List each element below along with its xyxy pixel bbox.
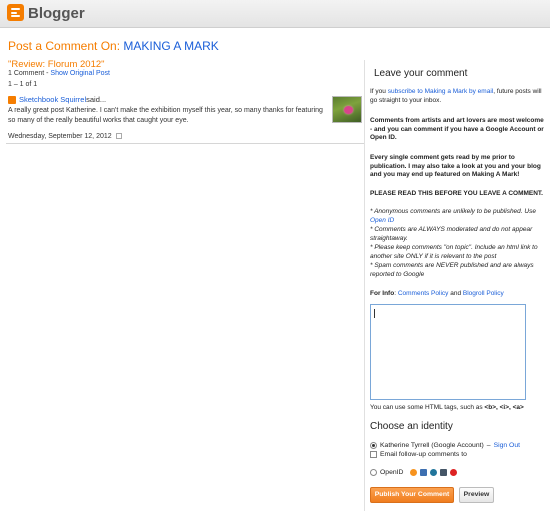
comments-policy-link[interactable]: Comments Policy (398, 290, 449, 297)
flower-image (344, 106, 353, 114)
comment-body: A really great post Katherine. I can't m… (8, 107, 323, 124)
email-followup-row: Email follow-up comments to (370, 451, 467, 458)
openid-icon[interactable] (410, 469, 418, 476)
divider (6, 143, 364, 144)
typepad-icon[interactable] (440, 469, 448, 476)
openid-label: OpenID (380, 469, 404, 476)
openid-link[interactable]: Open ID (370, 217, 394, 224)
html-hint-text: You can use some HTML tags, such as (370, 404, 485, 411)
heading-prefix: Post a Comment On: (8, 39, 121, 53)
comment-count: 1 Comment (8, 70, 45, 77)
aim-icon[interactable] (450, 469, 458, 476)
blogroll-policy-link[interactable]: Blogroll Policy (463, 290, 504, 297)
html-tags: <b>, <i>, <a> (484, 404, 524, 411)
comment-author-row: Sketchbook Squirrel said... (8, 95, 106, 104)
rule-moderated: * Comments are ALWAYS moderated and do n… (370, 226, 533, 242)
comment-date-row: Wednesday, September 12, 2012 (8, 133, 122, 140)
sign-out-link[interactable]: Sign Out (494, 442, 520, 449)
email-followup-checkbox[interactable] (370, 451, 377, 458)
delete-comment-icon[interactable] (115, 133, 122, 140)
moderation-note: Every single comment gets read by me pri… (370, 154, 541, 179)
comment-textarea[interactable] (370, 304, 526, 400)
email-followup-label: Email follow-up comments to (380, 451, 467, 458)
blogger-logo-icon[interactable] (7, 4, 24, 21)
identity-name: Katherine Tyrrell (Google Account) (380, 442, 484, 449)
text-caret (374, 309, 375, 318)
openid-provider-icons (410, 469, 458, 476)
leave-comment-title: Leave your comment (374, 68, 468, 79)
rule-anonymous: * Anonymous comments are unlikely to be … (370, 208, 546, 225)
comment-date: Wednesday, September 12, 2012 (8, 133, 112, 140)
google-identity-radio[interactable] (370, 442, 377, 449)
rule-on-topic: * Please keep comments "on topic". Inclu… (370, 244, 538, 260)
livejournal-icon[interactable] (420, 469, 428, 476)
publish-comment-button[interactable]: Publish Your Comment (370, 487, 454, 503)
identity-separator: – (486, 442, 491, 449)
header-bar: Blogger (0, 0, 550, 28)
please-read-heading: PLEASE READ THIS BEFORE YOU LEAVE A COMM… (370, 190, 543, 197)
comment-meta: 1 Comment - Show Original Post (8, 70, 110, 77)
openid-row: OpenID (370, 469, 458, 476)
blogger-logo-text[interactable]: Blogger (28, 5, 85, 22)
blog-name-link[interactable]: MAKING A MARK (123, 39, 218, 53)
identity-google-row: Katherine Tyrrell (Google Account) – Sig… (370, 442, 520, 449)
page-title: Post a Comment On: MAKING A MARK (8, 39, 219, 53)
preview-button[interactable]: Preview (459, 487, 494, 503)
intro-prefix: If you (370, 88, 388, 95)
html-hint: You can use some HTML tags, such as <b>,… (370, 404, 546, 413)
blogger-profile-icon (8, 95, 16, 104)
choose-identity-title: Choose an identity (370, 421, 453, 432)
avatar[interactable] (332, 96, 362, 123)
show-original-post-link[interactable]: Show Original Post (50, 70, 110, 77)
rule-anonymous-text: * Anonymous comments are unlikely to be … (370, 208, 536, 215)
info-and: and (448, 290, 463, 297)
welcome-text: Comments from artists and art lovers are… (370, 117, 544, 142)
openid-radio[interactable] (370, 469, 377, 476)
comment-range: 1 – 1 of 1 (8, 81, 38, 88)
subscribe-email-link[interactable]: subscribe to Making a Mark by email (388, 88, 494, 95)
intro-text: If you subscribe to Making a Mark by ema… (370, 88, 546, 105)
rule-spam: * Spam comments are NEVER published and … (370, 262, 534, 278)
policy-links: For Info: Comments Policy and Blogroll P… (370, 290, 546, 299)
comment-author-link[interactable]: Sketchbook Squirrel (19, 95, 86, 104)
info-label: For Info (370, 290, 395, 297)
post-title-link[interactable]: "Review: Florum 2012" (8, 59, 105, 70)
said-text: said... (86, 95, 107, 104)
wordpress-icon[interactable] (430, 469, 438, 476)
